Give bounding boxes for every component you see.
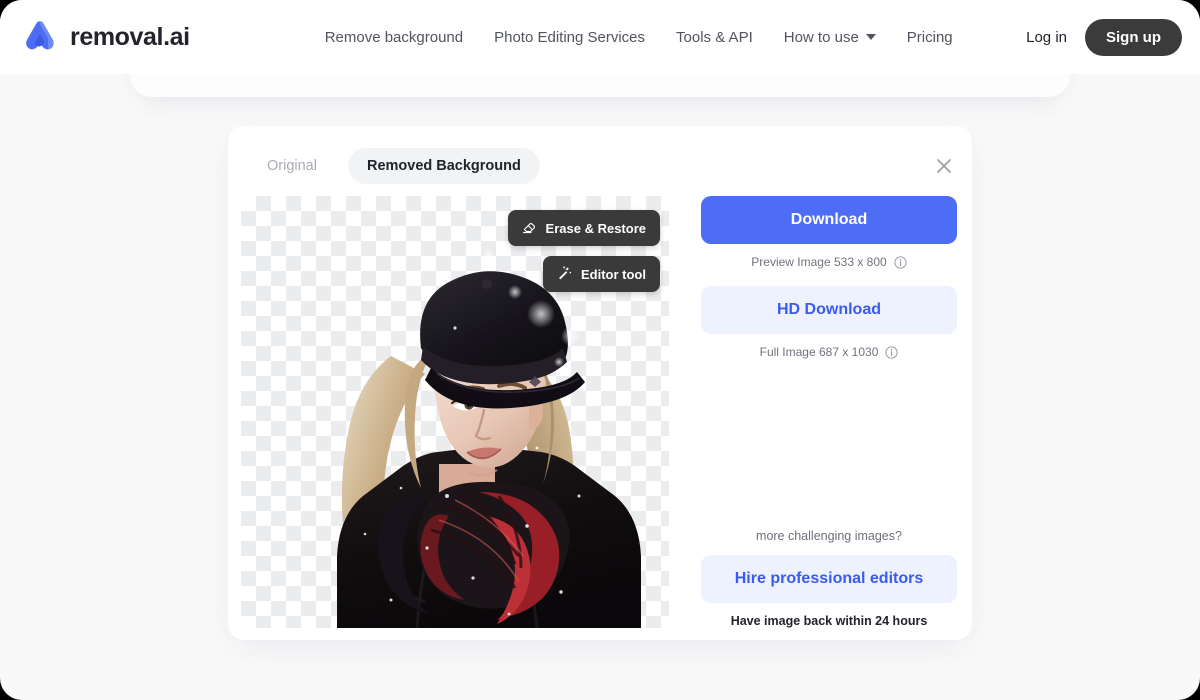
hd-download-button[interactable]: HD Download [701,286,957,334]
nav-label: Photo Editing Services [494,29,645,46]
download-button[interactable]: Download [701,196,957,244]
main-nav: Remove background Photo Editing Services… [325,29,953,46]
promo-note: Have image back within 24 hours [701,614,957,628]
site-header: removal.ai Remove background Photo Editi… [0,0,1200,74]
signup-button[interactable]: Sign up [1085,19,1182,56]
nav-item-pricing[interactable]: Pricing [907,29,953,46]
promo-question: more challenging images? [701,529,957,543]
image-preview-canvas[interactable]: Erase & Restore Editor tool [241,196,669,628]
nav-label: Pricing [907,29,953,46]
info-icon[interactable] [885,346,898,359]
editor-tool-button[interactable]: Editor tool [543,256,660,292]
brand-name: removal.ai [70,23,190,52]
nav-item-photo-editing-services[interactable]: Photo Editing Services [494,29,645,46]
nav-item-remove-background[interactable]: Remove background [325,29,463,46]
nav-label: How to use [784,29,859,46]
erase-and-restore-button[interactable]: Erase & Restore [508,210,660,246]
full-caption-text: Full Image 687 x 1030 [760,345,879,359]
hire-professional-editors-button[interactable]: Hire professional editors [701,555,957,603]
brand[interactable]: removal.ai [20,17,190,57]
removal-ai-logo-icon [20,17,60,57]
info-icon[interactable] [894,256,907,269]
nav-label: Remove background [325,29,463,46]
eraser-icon [522,219,537,237]
app-page: removal.ai Remove background Photo Editi… [0,0,1200,700]
result-card: Original Removed Background [228,126,972,640]
chevron-down-icon [866,34,876,40]
image-tool-buttons: Erase & Restore Editor tool [508,210,660,292]
full-image-caption: Full Image 687 x 1030 [701,345,957,359]
nav-label: Tools & API [676,29,753,46]
preview-caption-text: Preview Image 533 x 800 [751,255,886,269]
pro-editors-promo: more challenging images? Hire profession… [701,529,957,628]
tab-removed-background[interactable]: Removed Background [348,148,540,184]
actions-panel: Download Preview Image 533 x 800 HD Down… [701,196,957,628]
magic-wand-icon [557,265,572,283]
tool-label: Editor tool [581,267,646,282]
preview-image-caption: Preview Image 533 x 800 [701,255,957,269]
close-icon[interactable] [930,152,958,180]
login-link[interactable]: Log in [1026,29,1067,46]
nav-item-tools-api[interactable]: Tools & API [676,29,753,46]
tab-original[interactable]: Original [248,148,336,184]
tool-label: Erase & Restore [546,221,646,236]
auth-group: Log in Sign up [1026,19,1182,56]
nav-item-how-to-use[interactable]: How to use [784,29,876,46]
result-tabs: Original Removed Background [248,148,540,184]
